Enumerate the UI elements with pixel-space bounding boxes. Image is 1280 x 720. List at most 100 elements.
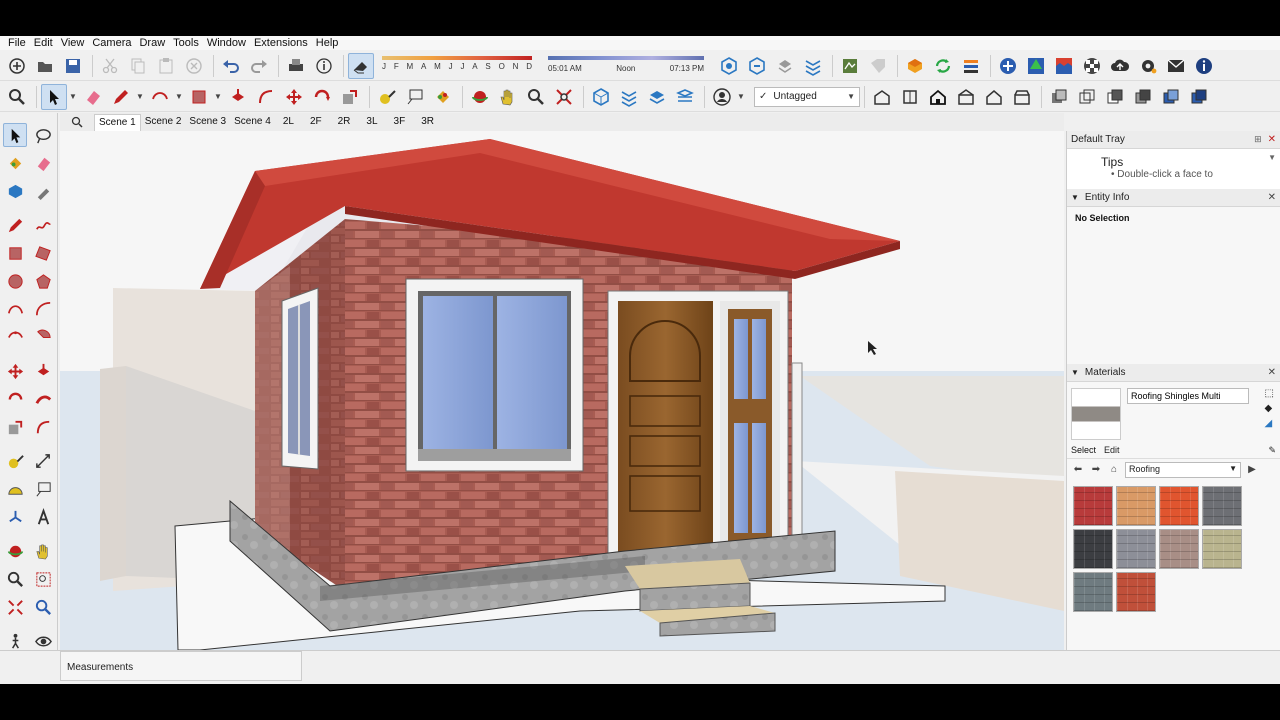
material-swatch[interactable] [1073, 572, 1113, 612]
style-shaded-icon[interactable] [1130, 84, 1156, 110]
material-swatch[interactable] [1116, 529, 1156, 569]
zoom-icon[interactable] [4, 84, 30, 110]
chevron-down-icon[interactable]: ▼ [737, 92, 745, 101]
scene-tab[interactable]: 3F [386, 114, 414, 130]
open-folder-icon[interactable] [32, 53, 58, 79]
protractor-icon[interactable] [3, 477, 27, 501]
text-label-icon[interactable] [402, 84, 428, 110]
view-iso-house-icon[interactable] [869, 84, 895, 110]
menu-camera[interactable]: Camera [88, 36, 135, 50]
zoom-icon[interactable] [3, 567, 27, 591]
offset-icon[interactable] [31, 415, 55, 439]
standard-view-iso-icon[interactable] [716, 53, 742, 79]
close-icon[interactable]: ✕ [1268, 367, 1276, 378]
checker-icon[interactable] [1079, 53, 1105, 79]
chevron-down-icon[interactable]: ▼ [136, 92, 144, 101]
copy-icon[interactable] [125, 53, 151, 79]
menu-window[interactable]: Window [203, 36, 250, 50]
rectangle-icon[interactable] [3, 241, 27, 265]
measurements-box[interactable]: Measurements [60, 651, 302, 681]
pan-hand-icon[interactable] [495, 84, 521, 110]
axes-icon[interactable] [3, 505, 27, 529]
position-camera-icon[interactable] [31, 595, 55, 619]
pin-icon[interactable]: ⊞ [1254, 134, 1262, 145]
push-pull-icon[interactable] [31, 359, 55, 383]
default-paint-icon[interactable]: ◢ [1265, 418, 1274, 429]
scene-tab[interactable]: Scene 1 [94, 113, 141, 131]
chevron-down-icon[interactable]: ▼ [175, 92, 183, 101]
menu-help[interactable]: Help [312, 36, 343, 50]
three-point-arc-icon[interactable] [3, 325, 27, 349]
time-slider[interactable]: 05:01 AM Noon 07:13 PM [548, 54, 704, 78]
close-icon[interactable]: ✕ [1268, 192, 1276, 203]
section-cut-icon[interactable] [672, 84, 698, 110]
menu-view[interactable]: View [57, 36, 89, 50]
paint-bucket-icon[interactable] [430, 84, 456, 110]
info-icon[interactable] [1191, 53, 1217, 79]
scene-tab[interactable]: 3R [413, 114, 442, 130]
new-file-icon[interactable] [4, 53, 30, 79]
zoom-extents-icon[interactable] [551, 84, 577, 110]
print-icon[interactable] [283, 53, 309, 79]
modeling-viewport[interactable] [60, 131, 1064, 650]
collapse-triangle-icon[interactable]: ▼ [1071, 368, 1079, 377]
select-arrow-icon[interactable] [3, 123, 27, 147]
eraser-icon[interactable] [31, 151, 55, 175]
user-account-icon[interactable] [709, 84, 735, 110]
material-swatch[interactable] [1116, 486, 1156, 526]
cloud-upload-icon[interactable] [1107, 53, 1133, 79]
material-swatch[interactable] [1159, 486, 1199, 526]
make-component-icon[interactable] [3, 179, 27, 203]
add-location-icon[interactable] [995, 53, 1021, 79]
model-info-icon[interactable] [311, 53, 337, 79]
zoom-window-icon[interactable] [31, 567, 55, 591]
view-right-house-icon[interactable] [953, 84, 979, 110]
material-swatch[interactable] [1073, 486, 1113, 526]
tree-icon[interactable] [1023, 53, 1049, 79]
home-icon[interactable]: ⌂ [1107, 464, 1121, 475]
offset-icon[interactable] [253, 84, 279, 110]
layers-icon[interactable] [616, 84, 642, 110]
rotate-icon[interactable] [309, 84, 335, 110]
lasso-select-icon[interactable] [31, 123, 55, 147]
components-icon[interactable] [772, 53, 798, 79]
sample-paint-icon[interactable]: ◆ [1265, 403, 1274, 414]
arc-icon[interactable] [147, 84, 173, 110]
back-arrow-icon[interactable]: ⬅ [1071, 464, 1085, 475]
materials-header[interactable]: ▼ Materials ✕ [1067, 364, 1280, 382]
style-xray-icon[interactable] [1046, 84, 1072, 110]
redo-icon[interactable] [246, 53, 272, 79]
material-swatch[interactable] [1116, 572, 1156, 612]
scene-search-icon[interactable] [60, 116, 94, 128]
view-left-house-icon[interactable] [1009, 84, 1035, 110]
menu-draw[interactable]: Draw [135, 36, 169, 50]
material-swatch[interactable] [1159, 529, 1199, 569]
follow-me-icon[interactable] [31, 387, 55, 411]
scene-tab[interactable]: Scene 3 [185, 114, 230, 130]
rotated-rectangle-icon[interactable] [31, 241, 55, 265]
ocean-icon[interactable] [1051, 53, 1077, 79]
active-tag-dropdown[interactable]: ✓ Untagged ▼ [754, 86, 860, 107]
line-pencil-icon[interactable] [3, 213, 27, 237]
material-swatch[interactable] [1202, 529, 1242, 569]
details-arrow-icon[interactable]: ▶ [1245, 464, 1259, 475]
settings-gear-icon[interactable] [1135, 53, 1161, 79]
tape-measure-icon[interactable] [3, 449, 27, 473]
view-front-house-icon[interactable] [925, 84, 951, 110]
scale-icon[interactable] [3, 415, 27, 439]
eyedropper-icon[interactable]: ✎ [1268, 445, 1276, 456]
tag-brush-icon[interactable] [31, 179, 55, 203]
tape-measure-icon[interactable] [374, 84, 400, 110]
collapse-triangle-icon[interactable]: ▼ [1071, 193, 1079, 202]
entity-info-header[interactable]: ▼ Entity Info ✕ [1067, 189, 1280, 207]
extension-warehouse-icon[interactable] [902, 53, 928, 79]
style-textured-icon[interactable] [1158, 84, 1184, 110]
stack-icon[interactable] [644, 84, 670, 110]
menu-extensions[interactable]: Extensions [250, 36, 312, 50]
shadows-toggle-icon[interactable] [348, 52, 374, 79]
chevron-down-icon[interactable]: ▼ [1268, 153, 1276, 162]
3d-text-icon[interactable] [31, 505, 55, 529]
tab-edit[interactable]: Edit [1104, 445, 1120, 455]
scene-tab[interactable]: 2L [275, 114, 302, 130]
scene-tab[interactable]: Scene 2 [141, 114, 186, 130]
